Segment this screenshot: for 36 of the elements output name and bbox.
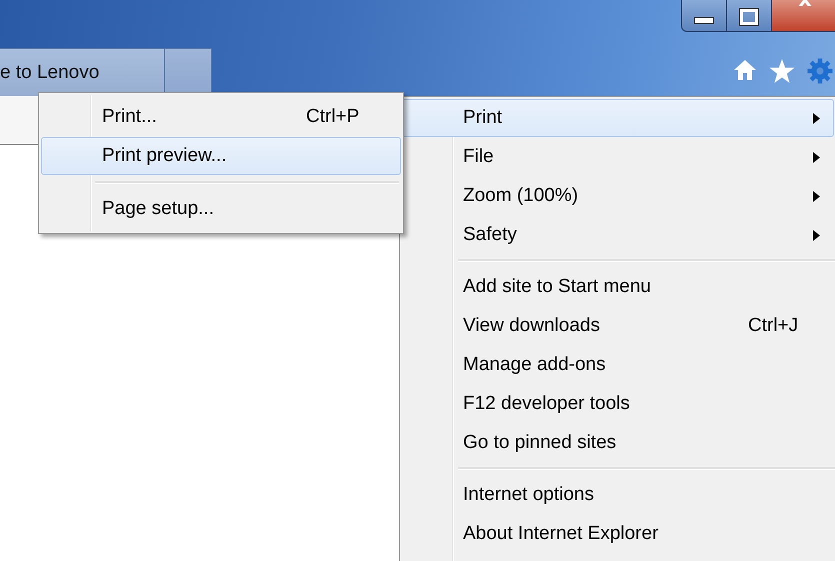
menu-item-label: Add site to Start menu xyxy=(463,276,651,298)
menu-item-label: View downloads xyxy=(463,315,600,337)
menu-item[interactable]: Manage add-ons xyxy=(402,346,834,384)
menu-item[interactable]: Add site to Start menu xyxy=(402,268,834,306)
menu-item[interactable]: View downloads Ctrl+J xyxy=(402,307,834,345)
menu-item[interactable]: Zoom (100%) xyxy=(402,177,834,215)
menu-item[interactable]: Print... Ctrl+P xyxy=(41,98,401,136)
close-button[interactable] xyxy=(771,0,835,32)
home-icon[interactable] xyxy=(733,58,757,82)
menu-item[interactable]: File xyxy=(402,138,834,176)
menu-item[interactable]: Print preview... xyxy=(41,137,401,175)
menu-item[interactable]: Safety xyxy=(402,216,834,254)
star-icon[interactable] xyxy=(769,58,795,84)
maximize-button[interactable] xyxy=(726,0,771,32)
menu-item-label: Manage add-ons xyxy=(463,354,606,376)
minimize-button[interactable] xyxy=(681,0,726,32)
menu-item-label: Page setup... xyxy=(102,198,214,220)
menu-item[interactable]: F12 developer tools xyxy=(402,385,834,423)
menu-item-label: Safety xyxy=(463,224,517,246)
menu-item-label: Internet options xyxy=(463,484,594,506)
menu-item[interactable]: Internet options xyxy=(402,476,834,514)
menu-item-label: Go to pinned sites xyxy=(463,432,616,454)
menu-item-label: File xyxy=(463,146,494,168)
menu-item[interactable]: Print xyxy=(402,99,834,137)
menu-item-label: F12 developer tools xyxy=(463,393,630,415)
shortcut-text: Ctrl+J xyxy=(748,315,798,337)
browser-tab[interactable]: e to Lenovo xyxy=(0,48,165,96)
shortcut-text: Ctrl+P xyxy=(306,106,360,128)
menu-item[interactable]: Page setup... xyxy=(41,190,401,228)
menu-item[interactable]: About Internet Explorer xyxy=(402,515,834,553)
menu-item-label: Zoom (100%) xyxy=(463,185,578,207)
menu-item-label: Print preview... xyxy=(102,145,227,167)
menu-item-label: About Internet Explorer xyxy=(463,523,658,545)
menu-item[interactable]: Go to pinned sites xyxy=(402,424,834,462)
menu-item-label: Print xyxy=(463,107,502,129)
menu-item-label: Print... xyxy=(102,106,157,128)
